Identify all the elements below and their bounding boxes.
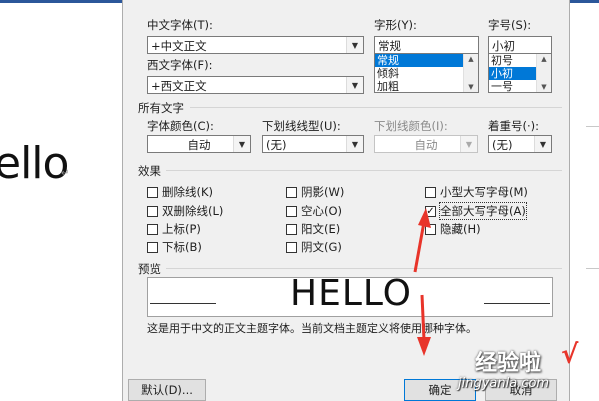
double-strikethrough-label: 双删除线(L) [162, 204, 224, 218]
subscript-label: 下标(B) [162, 240, 202, 254]
underline-color-label: 下划线颜色(I): [374, 119, 448, 133]
chinese-font-label: 中文字体(T): [147, 18, 213, 32]
preview-section-title: 预览 [138, 262, 161, 276]
underline-color-value: 自动 [414, 138, 438, 152]
arrow-down-icon [417, 337, 431, 356]
emboss-checkbox[interactable]: 阳文(E) [286, 221, 340, 237]
chinese-font-select[interactable]: +中文正文 ▼ [147, 36, 364, 54]
document-text: ello [0, 138, 69, 189]
scroll-up-icon[interactable]: ▲ [464, 54, 478, 64]
chevron-down-icon[interactable]: ▼ [346, 77, 363, 93]
chevron-down-icon[interactable]: ▼ [346, 37, 363, 53]
font-color-value: 自动 [187, 138, 211, 152]
watermark-url: jingyanla.com [458, 376, 550, 391]
underline-color-select: 自动 ▼ [374, 135, 478, 153]
font-style-list[interactable]: 常规 倾斜 加粗 ▲ ▼ [374, 53, 479, 93]
paragraph-mark: ↵ [61, 168, 70, 179]
preview-sample-text: HELLO [290, 273, 412, 314]
shadow-checkbox[interactable]: 阴影(W) [286, 184, 344, 200]
section-divider [166, 268, 562, 269]
default-button[interactable]: 默认(D)... [128, 379, 206, 401]
western-font-label: 西文字体(F): [147, 58, 213, 72]
emphasis-mark-label: 着重号(·): [488, 119, 540, 133]
scrollbar[interactable]: ▲ ▼ [463, 54, 478, 92]
scroll-up-icon[interactable]: ▲ [537, 54, 551, 64]
font-size-label: 字号(S): [488, 18, 532, 32]
checkbox-box[interactable] [147, 241, 158, 253]
superscript-label: 上标(P) [162, 222, 201, 236]
preview-baseline-left [150, 303, 216, 304]
all-caps-label: 全部大写字母(A) [439, 202, 527, 220]
document-margin-line [586, 268, 599, 269]
underline-style-label: 下划线线型(U): [262, 119, 341, 133]
font-style-label: 字形(Y): [374, 18, 417, 32]
scroll-down-icon[interactable]: ▼ [464, 82, 478, 92]
checkbox-box[interactable] [286, 205, 297, 217]
western-font-value: +西文正文 [151, 79, 207, 93]
watermark-brand: 经验啦 [475, 351, 542, 376]
checkbox-box[interactable] [147, 205, 158, 217]
strikethrough-label: 删除线(K) [162, 185, 214, 199]
annotation-arrow-up [413, 221, 426, 273]
font-size-list[interactable]: 初号 小初 一号 ▲ ▼ [488, 53, 552, 93]
chevron-down-icon: ▼ [460, 136, 477, 152]
emphasis-mark-value: (无) [492, 138, 513, 152]
double-strikethrough-checkbox[interactable]: 双删除线(L) [147, 203, 223, 219]
effects-section-title: 效果 [138, 164, 161, 178]
small-caps-label: 小型大写字母(M) [440, 185, 528, 199]
section-divider [190, 107, 562, 108]
checkbox-box[interactable] [286, 241, 297, 253]
chevron-down-icon[interactable]: ▼ [534, 136, 551, 152]
scroll-down-icon[interactable]: ▼ [537, 82, 551, 92]
chevron-down-icon[interactable]: ▼ [233, 136, 250, 152]
font-color-select[interactable]: 自动 ▼ [147, 135, 251, 153]
outline-label: 空心(O) [301, 204, 343, 218]
document-margin-line [586, 126, 599, 127]
shadow-label: 阴影(W) [301, 185, 345, 199]
annotation-arrows [413, 208, 431, 356]
scrollbar[interactable]: ▲ ▼ [536, 54, 551, 92]
outline-checkbox[interactable]: 空心(O) [286, 203, 342, 219]
arrow-up-icon [418, 208, 431, 228]
engrave-checkbox[interactable]: 阴文(G) [286, 239, 342, 255]
underline-style-value: (无) [266, 138, 287, 152]
annotation-arrow-down [420, 294, 426, 341]
strikethrough-checkbox[interactable]: 删除线(K) [147, 184, 213, 200]
chevron-down-icon[interactable]: ▼ [346, 136, 363, 152]
checkbox-box[interactable] [147, 223, 158, 235]
small-caps-checkbox[interactable]: 小型大写字母(M) [425, 184, 528, 200]
font-color-label: 字体颜色(C): [147, 119, 214, 133]
underline-style-select[interactable]: (无) ▼ [262, 135, 364, 153]
chinese-font-value: +中文正文 [151, 39, 207, 53]
emboss-label: 阳文(E) [301, 222, 341, 236]
checkbox-box[interactable] [286, 186, 297, 198]
font-style-input[interactable]: 常规 [374, 36, 479, 54]
checkbox-box[interactable] [425, 186, 436, 198]
preview-baseline-right [484, 303, 550, 304]
watermark-check-icon: √ [561, 340, 579, 370]
engrave-label: 阴文(G) [301, 240, 342, 254]
all-text-section-title: 所有文字 [138, 101, 184, 115]
font-size-input[interactable]: 小初 [488, 36, 552, 54]
section-divider [166, 170, 562, 171]
checkbox-box[interactable] [147, 186, 158, 198]
western-font-select[interactable]: +西文正文 ▼ [147, 76, 364, 94]
superscript-checkbox[interactable]: 上标(P) [147, 221, 201, 237]
subscript-checkbox[interactable]: 下标(B) [147, 239, 202, 255]
checkbox-box[interactable] [286, 223, 297, 235]
emphasis-mark-select[interactable]: (无) ▼ [488, 135, 552, 153]
